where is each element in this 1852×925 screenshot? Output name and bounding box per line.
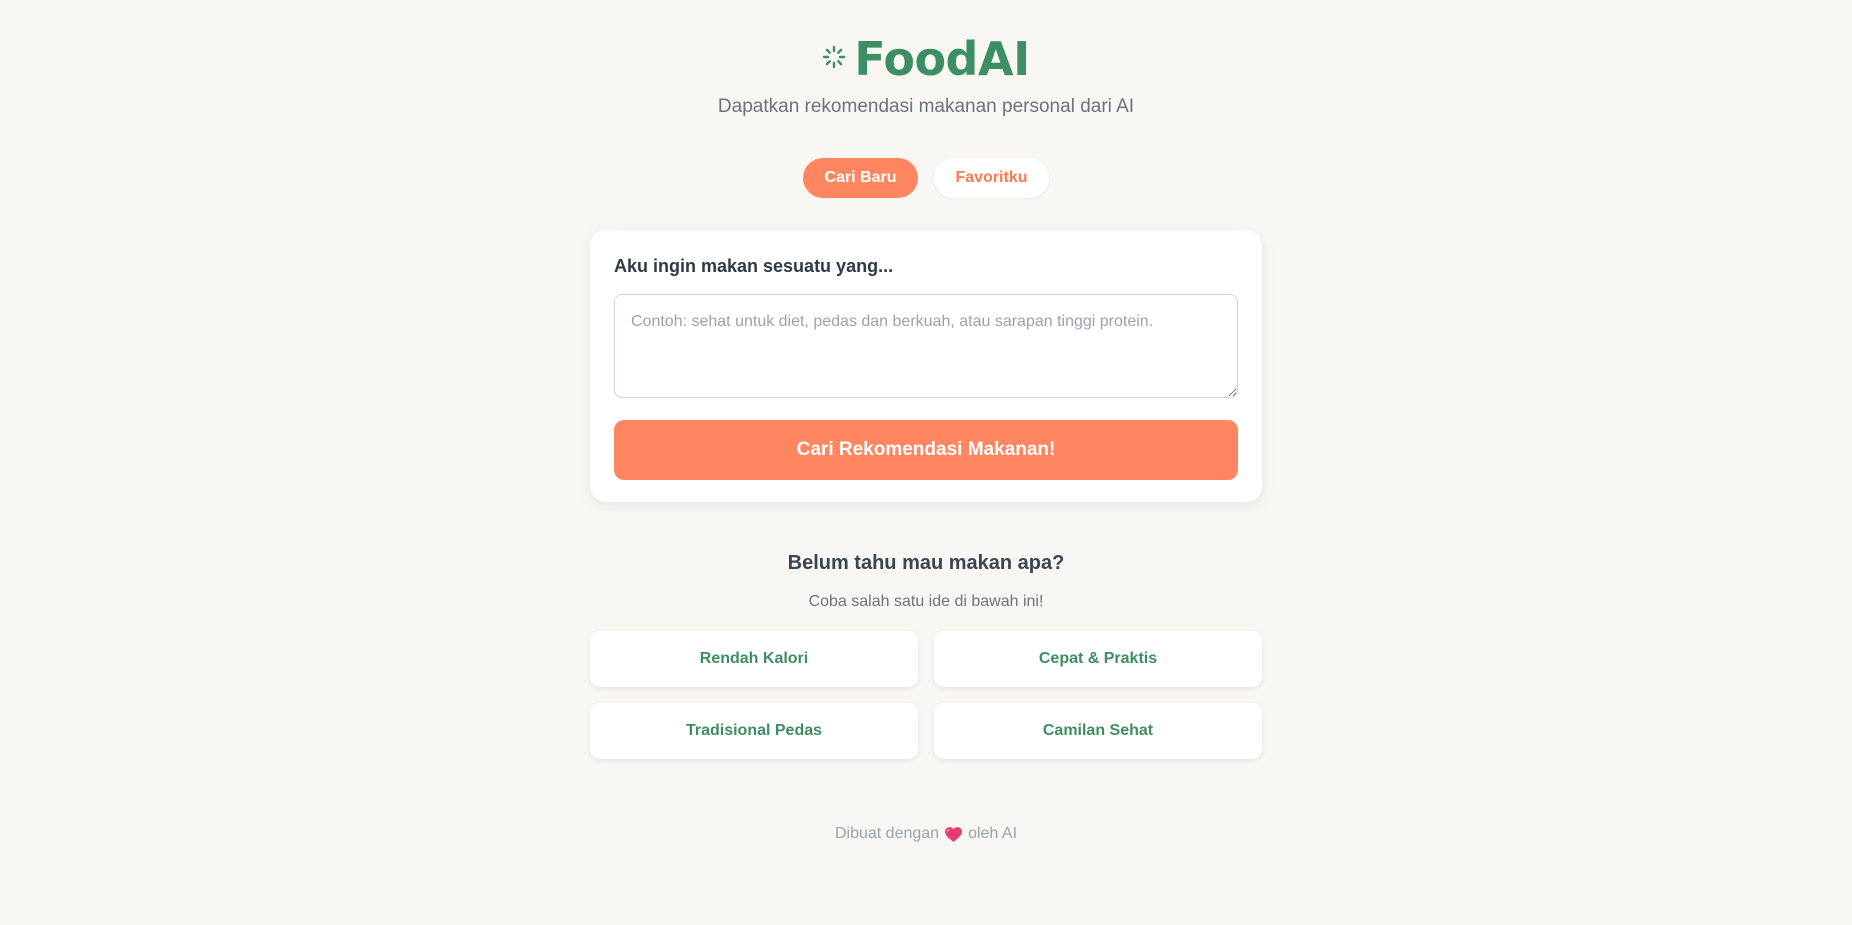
- logo: FoodAI: [590, 32, 1262, 86]
- footer: Dibuat dengan oleh AI: [590, 825, 1262, 843]
- craving-input[interactable]: [614, 294, 1238, 398]
- ideas-title: Belum tahu mau makan apa?: [787, 552, 1065, 574]
- idea-grid: Rendah Kalori Cepat & Praktis Tradisiona…: [590, 631, 1262, 759]
- search-label: Aku ingin makan sesuatu yang...: [614, 256, 894, 276]
- idea-rendah-kalori-button[interactable]: Rendah Kalori: [590, 631, 918, 687]
- footer-prefix: Dibuat dengan: [834, 825, 940, 842]
- app-container: FoodAI Dapatkan rekomendasi makanan pers…: [590, 0, 1262, 843]
- idea-camilan-sehat-button[interactable]: Camilan Sehat: [934, 703, 1262, 759]
- ideas-section: Belum tahu mau makan apa? Coba salah sat…: [590, 552, 1262, 759]
- app-title: FoodAI: [854, 32, 1030, 86]
- heart-icon: [945, 826, 963, 842]
- footer-suffix: oleh AI: [968, 825, 1018, 842]
- view-tabs: Cari Baru Favoritku: [590, 158, 1262, 198]
- search-card: Aku ingin makan sesuatu yang... Cari Rek…: [590, 230, 1262, 502]
- tab-favoritku[interactable]: Favoritku: [934, 158, 1049, 198]
- app-subtitle: Dapatkan rekomendasi makanan personal da…: [717, 96, 1135, 117]
- app-header: FoodAI Dapatkan rekomendasi makanan pers…: [590, 0, 1262, 118]
- idea-cepat-praktis-button[interactable]: Cepat & Praktis: [934, 631, 1262, 687]
- idea-tradisional-pedas-button[interactable]: Tradisional Pedas: [590, 703, 918, 759]
- sparkle-icon: [823, 45, 846, 69]
- search-button[interactable]: Cari Rekomendasi Makanan!: [614, 420, 1238, 480]
- ideas-subtitle: Coba salah satu ide di bawah ini!: [808, 593, 1044, 610]
- tab-cari-baru[interactable]: Cari Baru: [803, 158, 918, 198]
